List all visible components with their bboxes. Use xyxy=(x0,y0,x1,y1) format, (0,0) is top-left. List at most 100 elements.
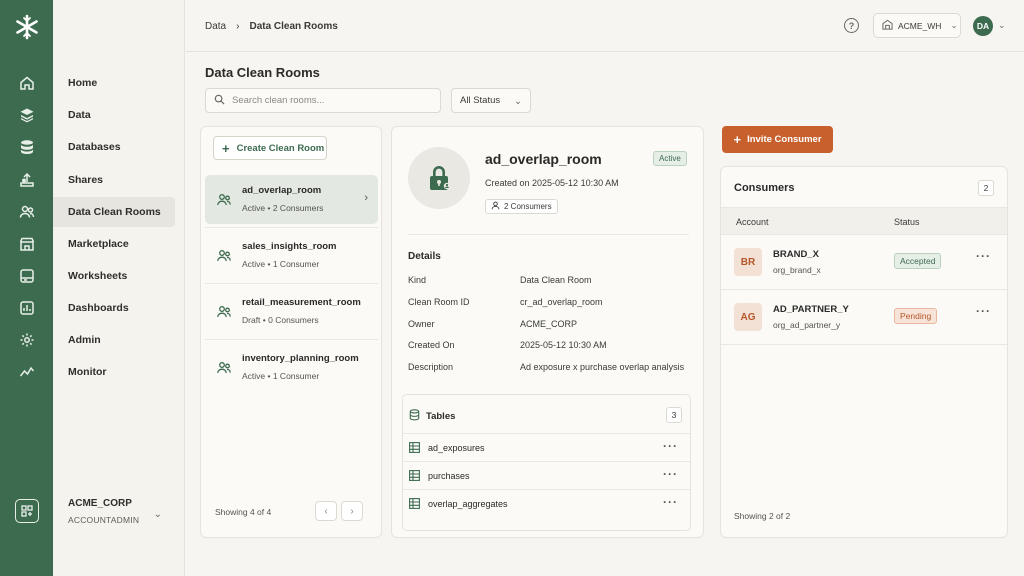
invite-consumer-label: Invite Consumer xyxy=(747,134,822,145)
share-icon[interactable] xyxy=(17,170,37,190)
clean-room-list-panel: + Create Clean Room ad_overlap_room Acti… xyxy=(200,126,382,538)
sidebar-item-home[interactable]: Home xyxy=(53,68,175,98)
sidebar-item-marketplace[interactable]: Marketplace xyxy=(53,229,175,259)
consumer-avatar: BR xyxy=(734,248,762,276)
consumer-name: AD_PARTNER_Y xyxy=(773,304,849,315)
consumers-chip: 2 Consumers xyxy=(485,199,558,214)
database-icon xyxy=(409,409,420,424)
sidebar-nav: Home Data Databases Shares Data Clean Ro… xyxy=(53,0,185,576)
consumer-row[interactable]: AG AD_PARTNER_Y org_ad_partner_y Pending… xyxy=(721,290,1007,345)
account-name: ACME_CORP xyxy=(68,498,132,509)
field-value: cr_ad_overlap_room xyxy=(520,297,603,307)
divider xyxy=(205,283,378,284)
search-input[interactable]: Search clean rooms... xyxy=(205,88,441,113)
chevron-right-icon: › xyxy=(236,21,240,32)
clean-room-name: ad_overlap_room xyxy=(242,185,322,196)
consumer-avatar: AG xyxy=(734,303,762,331)
chevron-down-icon: ⌄ xyxy=(950,20,958,30)
prev-page-button[interactable]: ‹ xyxy=(315,501,337,521)
consumer-name: BRAND_X xyxy=(773,249,819,260)
avatar[interactable]: DA xyxy=(973,16,993,36)
search-icon xyxy=(214,94,225,108)
clean-room-item[interactable]: ad_overlap_room Active • 2 Consumers › xyxy=(205,175,378,224)
table-icon xyxy=(409,498,420,512)
sidebar-item-data-clean-rooms[interactable]: Data Clean Rooms xyxy=(53,197,175,227)
status-badge: Accepted xyxy=(894,253,942,269)
table-name: overlap_aggregates xyxy=(428,499,508,509)
chevron-down-icon[interactable]: ⌄ xyxy=(998,20,1006,31)
clean-room-meta: Active • 1 Consumer xyxy=(242,371,320,381)
layers-icon[interactable] xyxy=(17,105,37,125)
clean-room-meta: Active • 1 Consumer xyxy=(242,259,320,269)
snowflake-logo-icon[interactable] xyxy=(14,14,40,40)
database-icon[interactable] xyxy=(17,137,37,157)
clean-room-meta: Draft • 0 Consumers xyxy=(242,315,319,325)
breadcrumb-current: Data Clean Rooms xyxy=(249,21,338,32)
table-row[interactable]: purchases ··· xyxy=(403,461,690,489)
consumers-count-badge: 2 xyxy=(978,180,994,196)
consumer-row[interactable]: BR BRAND_X org_brand_x Accepted ··· xyxy=(721,235,1007,290)
worksheet-icon[interactable] xyxy=(17,266,37,286)
clean-room-item[interactable]: sales_insights_room Active • 1 Consumer xyxy=(205,231,378,280)
page-title: Data Clean Rooms xyxy=(205,65,320,80)
chevron-right-icon: › xyxy=(364,192,368,204)
sidebar-item-monitor[interactable]: Monitor xyxy=(53,357,175,387)
more-options-icon[interactable]: ··· xyxy=(976,304,991,318)
gear-icon[interactable] xyxy=(17,330,37,350)
table-icon xyxy=(409,442,420,456)
users-icon[interactable] xyxy=(8,198,45,226)
home-icon[interactable] xyxy=(17,73,37,93)
tables-heading: Tables xyxy=(426,411,456,422)
help-icon[interactable]: ? xyxy=(844,18,859,33)
field-value: 2025-05-12 10:30 AM xyxy=(520,340,607,350)
pagination-status: Showing 2 of 2 xyxy=(734,511,791,521)
invite-consumer-button[interactable]: + Invite Consumer xyxy=(722,126,833,153)
clean-room-meta: Active • 2 Consumers xyxy=(242,203,324,213)
field-value: Ad exposure x purchase overlap analysis xyxy=(520,362,685,372)
consumers-title: Consumers xyxy=(734,182,795,194)
breadcrumb: Data › Data Clean Rooms xyxy=(205,21,338,32)
clean-room-name: inventory_planning_room xyxy=(242,353,359,364)
apps-icon[interactable] xyxy=(15,499,39,523)
lock-icon xyxy=(408,147,470,209)
create-clean-room-button[interactable]: + Create Clean Room xyxy=(213,136,327,160)
more-options-icon[interactable]: ··· xyxy=(976,249,991,263)
status-filter-value: All Status xyxy=(460,95,501,106)
consumers-table-header: Account Status xyxy=(721,207,1007,235)
warehouse-selector[interactable]: ACME_WH ⌄ xyxy=(873,13,961,38)
status-filter-select[interactable]: All Status ⌄ xyxy=(451,88,531,113)
store-icon[interactable] xyxy=(17,234,37,254)
sidebar-item-worksheets[interactable]: Worksheets xyxy=(53,261,175,291)
pagination-status: Showing 4 of 4 xyxy=(215,507,272,517)
users-icon xyxy=(216,248,232,264)
field-label: Created On xyxy=(408,340,455,350)
dashboard-icon[interactable] xyxy=(17,298,37,318)
sidebar-item-admin[interactable]: Admin xyxy=(53,325,175,355)
users-icon xyxy=(216,360,232,376)
clean-room-title: ad_overlap_room xyxy=(485,151,602,167)
more-options-icon[interactable]: ··· xyxy=(663,467,678,481)
account-switcher[interactable]: ACME_CORP ACCOUNTADMIN ⌄ xyxy=(68,498,178,525)
clean-room-item[interactable]: inventory_planning_room Active • 1 Consu… xyxy=(205,343,378,392)
column-header-status: Status xyxy=(894,217,920,227)
warehouse-label: ACME_WH xyxy=(898,20,942,31)
divider xyxy=(205,227,378,228)
sidebar-item-data[interactable]: Data xyxy=(53,100,175,130)
table-icon xyxy=(409,470,420,484)
breadcrumb-parent[interactable]: Data xyxy=(205,21,226,32)
more-options-icon[interactable]: ··· xyxy=(663,439,678,453)
sidebar-item-shares[interactable]: Shares xyxy=(53,165,175,195)
field-value: ACME_CORP xyxy=(520,319,578,329)
clean-room-item[interactable]: retail_measurement_room Draft • 0 Consum… xyxy=(205,287,378,336)
next-page-button[interactable]: › xyxy=(341,501,363,521)
table-row[interactable]: overlap_aggregates ··· xyxy=(403,489,690,517)
plus-icon: + xyxy=(222,140,230,156)
activity-icon[interactable] xyxy=(17,362,37,382)
field-label: Clean Room ID xyxy=(408,297,470,307)
sidebar-item-databases[interactable]: Databases xyxy=(53,132,175,162)
more-options-icon[interactable]: ··· xyxy=(663,495,678,509)
divider xyxy=(408,234,689,235)
table-row[interactable]: ad_exposures ··· xyxy=(403,433,690,461)
field-label: Kind xyxy=(408,275,427,285)
sidebar-item-dashboards[interactable]: Dashboards xyxy=(53,293,175,323)
